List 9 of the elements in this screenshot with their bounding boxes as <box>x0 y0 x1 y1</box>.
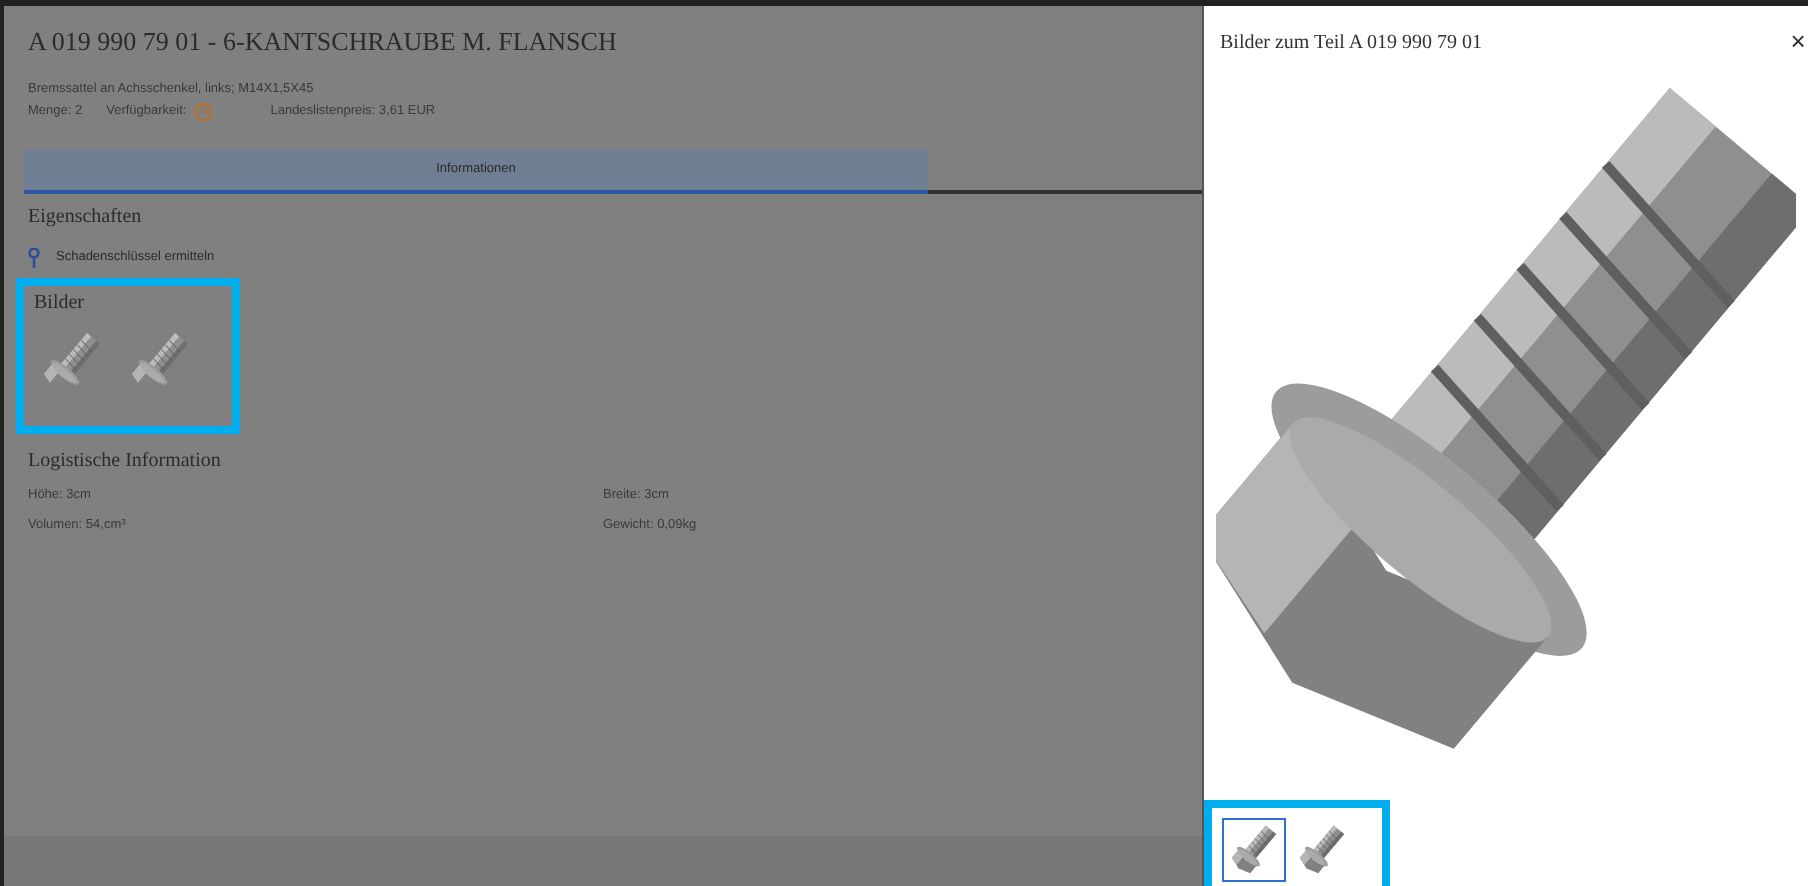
viewer-title: Bilder zum Teil A 019 990 79 01 <box>1220 30 1483 58</box>
clock-icon <box>194 102 215 122</box>
close-button[interactable]: × <box>1788 6 1808 62</box>
section-heading: Logistische Information <box>28 448 223 476</box>
section-heading: Eigenschaften <box>28 204 144 232</box>
panel-title: A 019 990 79 01 - 6-KANTSCHRAUBE M. FLANSCH <box>28 24 619 60</box>
section-heading: Bilder <box>34 290 86 318</box>
thumbnail-button[interactable] <box>1222 818 1286 882</box>
key-icon <box>28 248 40 268</box>
